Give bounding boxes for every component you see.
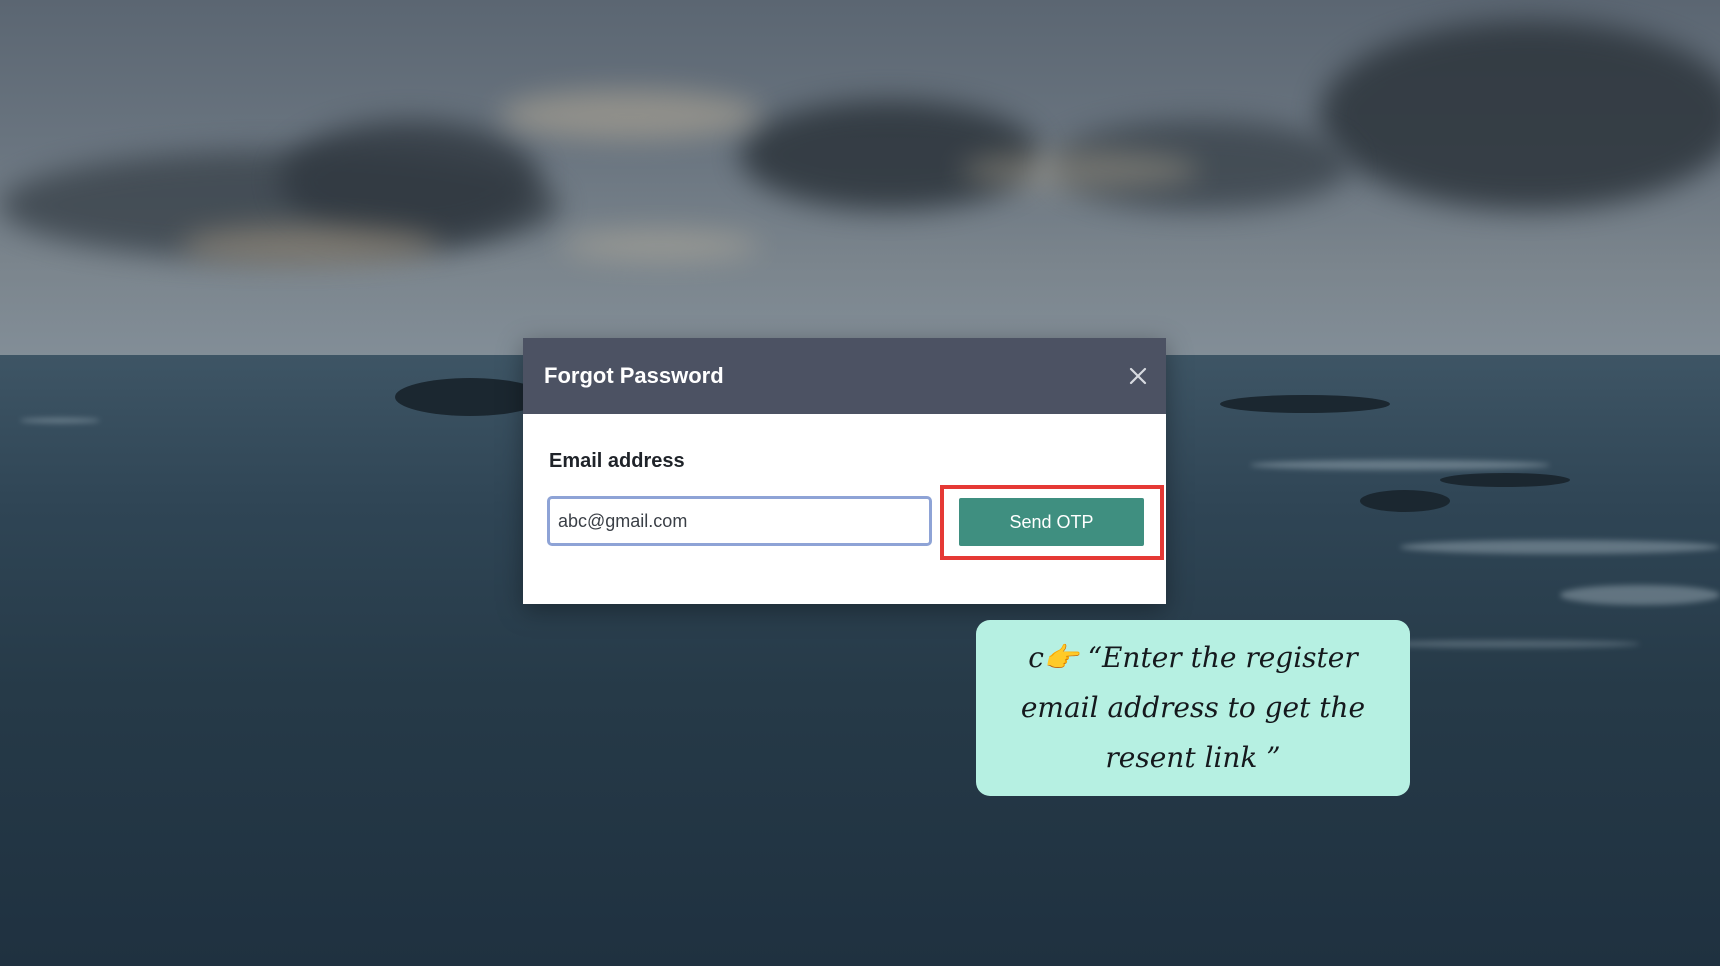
dialog-header: Forgot Password xyxy=(523,338,1166,414)
annotation-callout: c👉 “Enter the register email address to … xyxy=(976,620,1410,796)
cloud xyxy=(1320,20,1720,210)
rock xyxy=(1360,490,1450,512)
close-button[interactable] xyxy=(1124,362,1152,390)
wave-foam xyxy=(1380,640,1640,648)
wave-foam xyxy=(1250,460,1550,470)
rock xyxy=(1220,395,1390,413)
email-label: Email address xyxy=(549,450,685,472)
wave-foam xyxy=(1400,540,1720,554)
wave-foam xyxy=(20,418,100,423)
email-input[interactable] xyxy=(547,496,932,546)
forgot-password-dialog: Forgot Password Email address Send OTP xyxy=(523,338,1166,604)
sunlit-cloud xyxy=(500,90,760,140)
dialog-body: Email address Send OTP xyxy=(523,414,1166,604)
sunlit-cloud xyxy=(960,150,1200,190)
send-otp-button[interactable]: Send OTP xyxy=(959,498,1144,546)
rock xyxy=(1440,473,1570,487)
sunlit-cloud xyxy=(560,230,760,260)
sunlit-cloud xyxy=(180,225,440,265)
dialog-title: Forgot Password xyxy=(544,363,724,388)
annotation-text: c👉 “Enter the register email address to … xyxy=(1020,641,1366,774)
cloud xyxy=(280,120,540,240)
close-icon xyxy=(1129,367,1147,385)
wave-foam xyxy=(1560,585,1720,605)
